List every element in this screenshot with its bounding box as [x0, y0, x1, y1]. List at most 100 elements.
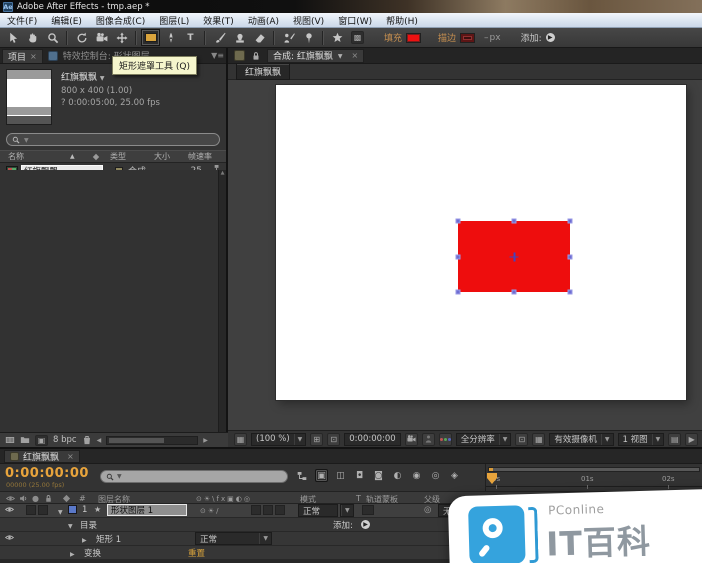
layer-name-edit-field[interactable]: 形状图层 1: [107, 504, 187, 516]
project-settings-icon[interactable]: ▣: [35, 435, 48, 446]
selection-handle[interactable]: [568, 290, 573, 295]
layer-label-swatch[interactable]: [68, 505, 77, 514]
layer-switches-icons[interactable]: ⊙☀/: [200, 507, 221, 515]
column-type[interactable]: 类型: [110, 151, 154, 162]
tab-project[interactable]: 项目: [2, 49, 43, 63]
draft-3d-icon[interactable]: ▣: [315, 469, 328, 482]
hide-shy-layers-icon[interactable]: ◫: [334, 469, 347, 482]
show-channels-icon[interactable]: [439, 433, 452, 446]
selection-tool-button[interactable]: [3, 29, 22, 46]
tab-menu-icon[interactable]: [338, 51, 343, 61]
selection-handle[interactable]: [512, 290, 517, 295]
project-horizontal-scrollbar[interactable]: [106, 436, 198, 445]
trkmat-box[interactable]: [362, 505, 374, 515]
pan-behind-tool-button[interactable]: [112, 29, 131, 46]
always-preview-icon[interactable]: ▦: [234, 433, 247, 446]
clone-stamp-tool-button[interactable]: [230, 29, 249, 46]
zoom-tool-button[interactable]: [43, 29, 62, 46]
menu-view[interactable]: 视图(V): [286, 13, 331, 27]
group-blend-mode-dropdown[interactable]: 正常 ▼: [195, 532, 272, 545]
hand-tool-button[interactable]: [23, 29, 42, 46]
brush-tool-button[interactable]: [210, 29, 229, 46]
project-vertical-scrollbar[interactable]: ▲: [218, 170, 226, 432]
selection-handle[interactable]: [512, 219, 517, 224]
close-icon[interactable]: [67, 452, 74, 461]
target-region-icon[interactable]: ⊡: [515, 433, 528, 446]
new-folder-icon[interactable]: [20, 435, 30, 445]
fill-color-swatch[interactable]: [406, 33, 421, 43]
chevron-down-icon[interactable]: [100, 73, 105, 83]
frame-blending-icon[interactable]: ◘: [353, 469, 366, 482]
solo-icon[interactable]: ●: [32, 494, 39, 503]
eye-icon[interactable]: [5, 533, 14, 545]
rectangle-group-label[interactable]: 矩形 1: [96, 533, 121, 545]
pixel-aspect-icon[interactable]: ▤: [668, 433, 681, 446]
rotate-tool-button[interactable]: [72, 29, 91, 46]
add-arrow-icon[interactable]: ▶: [361, 520, 370, 529]
close-icon[interactable]: [352, 51, 359, 60]
label-column-icon[interactable]: [92, 153, 110, 161]
workspace-option-button[interactable]: ▩: [348, 29, 367, 46]
work-area-bar[interactable]: [488, 467, 700, 472]
anchor-point-icon[interactable]: [510, 252, 519, 261]
menu-window[interactable]: 窗口(W): [331, 13, 379, 27]
selection-handle[interactable]: [568, 219, 573, 224]
brainstorm-icon[interactable]: ◐: [391, 469, 404, 482]
red-rectangle-shape[interactable]: [458, 221, 570, 292]
transparency-grid-icon[interactable]: ▦: [532, 433, 545, 446]
menu-file[interactable]: 文件(F): [0, 13, 44, 27]
search-options-icon[interactable]: ▼: [117, 473, 122, 480]
menu-layer[interactable]: 图层(L): [152, 13, 196, 27]
lock-icon[interactable]: [249, 50, 263, 61]
scroll-right-icon[interactable]: ▶: [203, 437, 208, 444]
pickwhip-icon[interactable]: ◎: [424, 505, 431, 515]
tab-timeline-comp[interactable]: 红旗飘飘: [4, 450, 80, 463]
interpret-footage-icon[interactable]: [5, 435, 15, 445]
property-expander-icon[interactable]: [70, 549, 75, 559]
tab-composition[interactable]: 合成: 红旗飘飘: [267, 49, 364, 63]
transform-label[interactable]: 变换: [84, 547, 101, 559]
timeline-search-input[interactable]: [125, 472, 265, 482]
active-camera-dropdown[interactable]: 有效摄像机 ▼: [549, 433, 613, 446]
fast-preview-icon[interactable]: ▶: [685, 433, 698, 446]
reset-link[interactable]: 重置: [188, 547, 205, 559]
group-expander-icon[interactable]: [68, 521, 73, 531]
selection-handle[interactable]: [456, 219, 461, 224]
menu-effect[interactable]: 效果(T): [196, 13, 241, 27]
column-size[interactable]: 大小: [154, 151, 188, 162]
expand-icon[interactable]: ◈: [448, 469, 461, 482]
stroke-color-swatch[interactable]: [460, 33, 475, 43]
roto-brush-tool-button[interactable]: [279, 29, 298, 46]
menu-composition[interactable]: 图像合成(C): [89, 13, 152, 27]
rectangle-tool-button[interactable]: [141, 29, 160, 46]
camera-tool-button[interactable]: [92, 29, 111, 46]
column-index[interactable]: #: [79, 494, 86, 503]
comp-mini-flowchart-icon[interactable]: [295, 469, 309, 482]
mode-dropdown-arrow[interactable]: ▼: [340, 504, 354, 517]
project-search-box[interactable]: [6, 133, 220, 146]
bit-depth-label[interactable]: 8 bpc: [53, 435, 77, 445]
mode-switch-box[interactable]: [251, 505, 261, 515]
composition-name[interactable]: 红旗飘飘: [61, 73, 97, 83]
magnification-dropdown[interactable]: (100 %) ▼: [251, 433, 306, 446]
sort-arrow-icon[interactable]: ▲: [70, 153, 92, 160]
audio-switch-box[interactable]: [26, 505, 36, 515]
current-time-display[interactable]: 0:00:00:00: [344, 433, 400, 446]
column-t[interactable]: T: [356, 494, 361, 503]
breadcrumb[interactable]: 红旗飘飘: [236, 63, 290, 80]
add-label[interactable]: 添加:: [333, 519, 353, 531]
eraser-tool-button[interactable]: [250, 29, 269, 46]
time-ruler[interactable]: 0s 01s 02s: [485, 464, 702, 491]
resolution-dropdown[interactable]: 全分辨率 ▼: [456, 433, 512, 446]
layer-mode-dropdown[interactable]: 正常: [298, 504, 338, 517]
solo-switch-box[interactable]: [38, 505, 48, 515]
fill-label[interactable]: 填充: [384, 31, 402, 44]
project-list-empty-area[interactable]: [0, 170, 218, 432]
composition-viewer[interactable]: [228, 80, 702, 430]
stroke-label[interactable]: 描边: [438, 31, 456, 44]
add-arrow-icon[interactable]: ▶: [546, 33, 555, 42]
motion-blur-icon[interactable]: ◙: [372, 469, 385, 482]
group-expander-icon[interactable]: [82, 535, 87, 545]
menu-animation[interactable]: 动画(A): [241, 13, 286, 27]
close-icon[interactable]: [30, 52, 37, 61]
